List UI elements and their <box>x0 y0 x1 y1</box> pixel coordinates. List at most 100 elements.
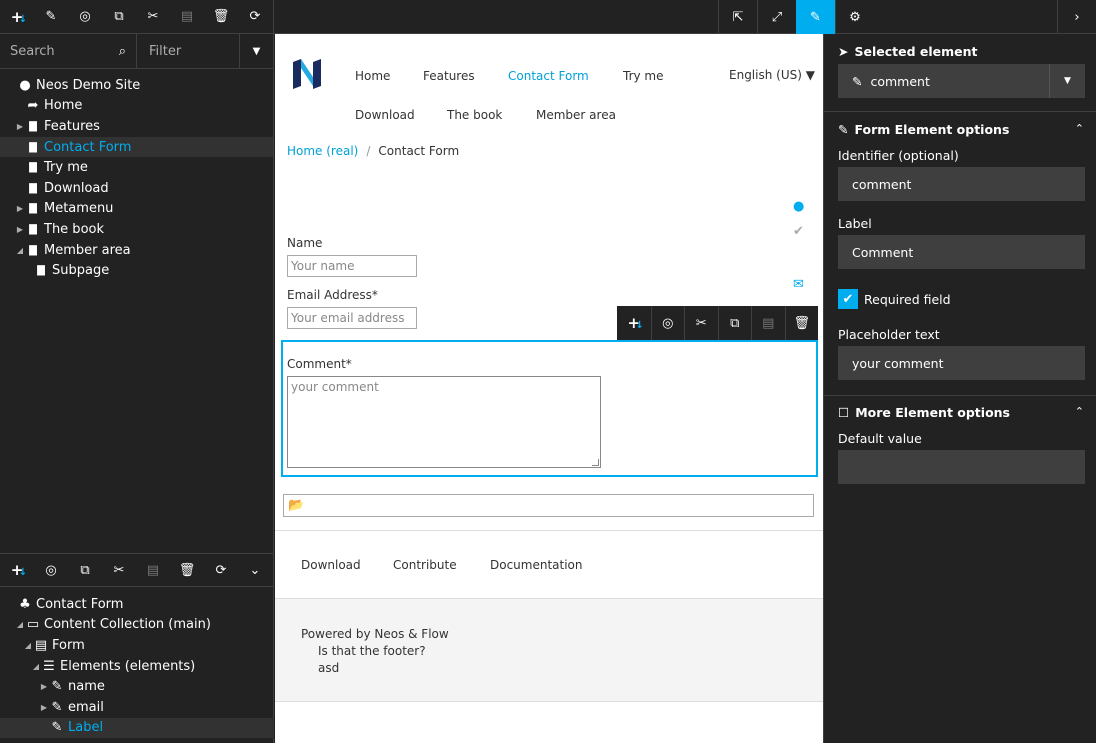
name-label: Name <box>287 236 323 250</box>
tree-node[interactable]: ◢ ▤ Form <box>0 635 274 656</box>
required-checkbox[interactable]: ✔ <box>838 289 858 309</box>
label-field[interactable]: Comment <box>838 235 1085 269</box>
tree-node[interactable]: ● Neos Demo Site <box>0 75 273 96</box>
square-icon: ☐ <box>838 405 850 420</box>
tree-toggle-icon[interactable]: ▶ <box>14 225 26 234</box>
delete-element-button[interactable]: 🗑 <box>784 306 819 340</box>
tree-node[interactable]: ♣ Contact Form <box>0 594 274 615</box>
nav-contact-form[interactable]: Contact Form <box>508 69 589 83</box>
resize-handle[interactable] <box>592 459 599 466</box>
tree-node[interactable]: ▶ ✎ email <box>0 697 274 718</box>
tree-node[interactable]: ✎ Label <box>0 717 274 739</box>
tree-toggle-icon[interactable]: ◢ <box>30 662 42 671</box>
hide-content-button[interactable]: ◎ <box>34 553 68 587</box>
nav-features[interactable]: Features <box>423 69 475 83</box>
language-switch[interactable]: English (US) ▼ <box>729 68 815 82</box>
name-field[interactable]: Your name <box>287 255 417 277</box>
tree-search-row: Search ⌕ Filter ▼ <box>0 33 273 69</box>
form-options-heading[interactable]: ✎ Form Element options <box>838 122 1009 137</box>
tree-node[interactable]: ◢ ▭ Content Collection (main) <box>0 615 274 636</box>
add-node-button[interactable]: + ↓ <box>0 0 34 34</box>
tree-toggle-icon[interactable]: ◢ <box>22 641 34 650</box>
cut-content-button[interactable]: ✂ <box>102 553 136 587</box>
paste-element-button[interactable]: ▤ <box>751 306 785 340</box>
envelope-icon[interactable]: ✉ <box>793 277 804 292</box>
copy-content-button[interactable]: ⧉ <box>68 553 102 587</box>
chevron-down-icon[interactable]: ▼ <box>1049 64 1085 98</box>
more-options-heading[interactable]: ☐ More Element options <box>838 405 1010 420</box>
edit-node-button[interactable]: ✎ <box>34 0 68 34</box>
tree-toggle-icon[interactable]: ▶ <box>14 204 26 213</box>
nav-try-me[interactable]: Try me <box>623 69 664 83</box>
cut-node-button[interactable]: ✂ <box>136 0 170 34</box>
footer-nav-documentation[interactable]: Documentation <box>490 558 583 572</box>
tree-node[interactable]: ▶ ✎ name <box>0 676 274 697</box>
paste-content-button[interactable]: ▤ <box>136 553 170 587</box>
add-element-button[interactable]: + ↓ <box>617 306 651 340</box>
tree-toggle-icon[interactable]: ▶ <box>38 682 50 691</box>
placeholder-field[interactable]: your comment <box>838 346 1085 380</box>
fullscreen-button[interactable]: ⤢ <box>757 0 796 34</box>
edit-icon: ✎ <box>51 699 63 715</box>
settings-button[interactable]: ⚙ <box>835 0 874 34</box>
tree-node[interactable]: ➦ Home <box>0 96 273 117</box>
check-circle-icon[interactable]: ✔ <box>793 224 804 239</box>
delete-content-button[interactable]: 🗑 <box>170 553 204 587</box>
file-icon: ▇ <box>29 141 37 153</box>
tree-node[interactable]: ▶ ▇ Metamenu <box>0 199 273 220</box>
default-value-field[interactable] <box>838 450 1085 484</box>
collapse-inspector-button[interactable]: › <box>1057 0 1096 34</box>
content-collection-dropzone[interactable]: 📂 <box>283 494 814 517</box>
chevron-up-icon[interactable]: ⌃ <box>1075 405 1084 418</box>
external-link-icon: ⇱ <box>732 9 744 25</box>
tree-node[interactable]: ▇ Try me <box>0 157 273 178</box>
refresh-content-button[interactable]: ⟳ <box>204 553 238 587</box>
comment-icon[interactable]: ● <box>793 199 804 214</box>
tree-toggle-icon[interactable]: ▶ <box>14 122 26 131</box>
tree-node[interactable]: ◢ ▇ Member area <box>0 240 273 261</box>
chevron-down-icon[interactable]: ▼ <box>239 33 273 69</box>
page-tree: ● Neos Demo Site ➦ Home ▶ ▇ Features ▇ Contact F… <box>0 69 273 281</box>
copy-element-button[interactable]: ⧉ <box>717 306 752 340</box>
delete-node-button[interactable]: 🗑 <box>204 0 238 34</box>
tree-node[interactable]: ▇ Download <box>0 178 273 199</box>
refresh-tree-button[interactable]: ⟳ <box>238 0 272 34</box>
cut-icon: ✂ <box>113 562 125 578</box>
footer-nav-contribute[interactable]: Contribute <box>393 558 457 572</box>
nav-member-area[interactable]: Member area <box>536 108 616 122</box>
tree-node[interactable]: ◢ ☰ Elements (elements) <box>0 656 274 677</box>
cut-element-button[interactable]: ✂ <box>684 306 718 340</box>
top-bar: ⇱ ⤢ ✎ ⚙ › <box>274 0 1096 34</box>
tree-toggle-icon[interactable]: ◢ <box>14 620 26 629</box>
chevron-up-icon[interactable]: ⌃ <box>1075 122 1084 135</box>
tree-node[interactable]: ▇ Subpage <box>0 260 273 281</box>
chevron-right-icon: › <box>1074 9 1080 25</box>
search-input[interactable]: Search ⌕ <box>0 34 137 68</box>
email-field[interactable]: Your email address <box>287 307 417 329</box>
tree-node[interactable]: ▶ ▇ Features <box>0 116 273 137</box>
hide-node-button[interactable]: ◎ <box>68 0 102 34</box>
tree-toggle-icon[interactable]: ◢ <box>14 246 26 255</box>
footer-nav-download[interactable]: Download <box>301 558 361 572</box>
nav-the-book[interactable]: The book <box>447 108 502 122</box>
hide-element-button[interactable]: ◎ <box>650 306 685 340</box>
selected-element-select[interactable]: ✎ comment ▼ <box>838 64 1085 98</box>
tree-node[interactable]: ▇ Contact Form <box>0 136 273 158</box>
tree-toggle-icon[interactable]: ▶ <box>38 703 50 712</box>
identifier-field[interactable]: comment <box>838 167 1085 201</box>
cut-icon: ✂ <box>147 9 159 24</box>
preview-button[interactable]: ⇱ <box>718 0 757 34</box>
selected-element-title: Selected element <box>854 44 978 59</box>
nav-home[interactable]: Home <box>355 69 390 83</box>
edit-mode-button[interactable]: ✎ <box>796 0 835 34</box>
breadcrumb-home[interactable]: Home (real) <box>287 144 358 158</box>
nav-download[interactable]: Download <box>355 108 415 122</box>
copy-node-button[interactable]: ⧉ <box>102 0 136 34</box>
filter-select[interactable]: Filter ▼ <box>137 33 273 69</box>
collapse-content-button[interactable]: ⌄ <box>238 553 272 587</box>
add-content-button[interactable]: + ↓ <box>0 553 34 587</box>
tree-node[interactable]: ▶ ▇ The book <box>0 219 273 240</box>
tree-node-label: Elements (elements) <box>60 658 196 674</box>
comment-textarea[interactable]: your comment <box>287 376 601 468</box>
paste-node-button[interactable]: ▤ <box>170 0 204 34</box>
